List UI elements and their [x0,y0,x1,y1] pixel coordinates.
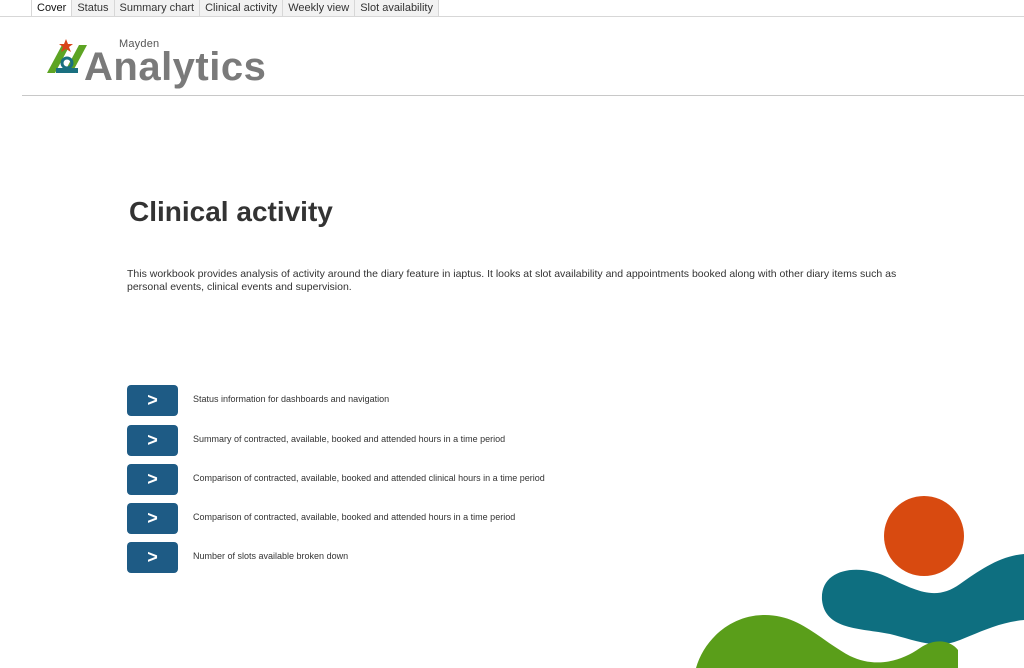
go-to-slot-availability-button[interactable]: > [127,542,178,573]
chevron-right-icon: > [147,508,158,528]
nav-item-label: Summary of contracted, available, booked… [193,434,506,444]
nav-item-label: Comparison of contracted, available, boo… [193,473,545,483]
sheet-tabs: Cover Status Summary chart Clinical acti… [31,0,439,17]
nav-item-status: > Status information for dashboards and … [127,385,727,417]
nav-item-weekly-view: > Comparison of contracted, available, b… [127,503,727,535]
decorative-shapes [696,496,1024,668]
page-title: Clinical activity [129,196,333,227]
tab-cover[interactable]: Cover [31,0,72,17]
nav-item-summary-chart: > Summary of contracted, available, book… [127,425,727,457]
nav-item-label: Number of slots available broken down [193,551,349,561]
chevron-right-icon: > [147,390,158,410]
chevron-right-icon: > [147,547,158,567]
tab-bar-divider [0,16,1024,17]
mayden-analytics-logo: Mayden Analytics [44,37,289,91]
nav-item-label: Status information for dashboards and na… [193,394,390,404]
go-to-clinical-activity-button[interactable]: > [127,464,178,495]
go-to-status-button[interactable]: > [127,385,178,416]
chevron-right-icon: > [147,469,158,489]
tab-summary-chart[interactable]: Summary chart [113,0,200,16]
tab-weekly-view[interactable]: Weekly view [282,0,355,16]
go-to-weekly-view-button[interactable]: > [127,503,178,534]
nav-item-clinical-activity: > Comparison of contracted, available, b… [127,464,727,496]
orange-circle-shape [884,496,964,576]
header-divider [22,95,1024,96]
intro-text: This workbook provides analysis of activ… [127,268,897,293]
tab-clinical-activity[interactable]: Clinical activity [199,0,283,16]
nav-item-slot-availability: > Number of slots available broken down [127,542,727,574]
chevron-right-icon: > [147,430,158,450]
sheet-tab-bar: Cover Status Summary chart Clinical acti… [0,0,1024,17]
tab-slot-availability[interactable]: Slot availability [354,0,439,16]
go-to-summary-chart-button[interactable]: > [127,425,178,456]
tab-status[interactable]: Status [71,0,114,16]
logo-big-text: Analytics [84,45,267,89]
nav-item-label: Comparison of contracted, available, boo… [193,512,516,522]
